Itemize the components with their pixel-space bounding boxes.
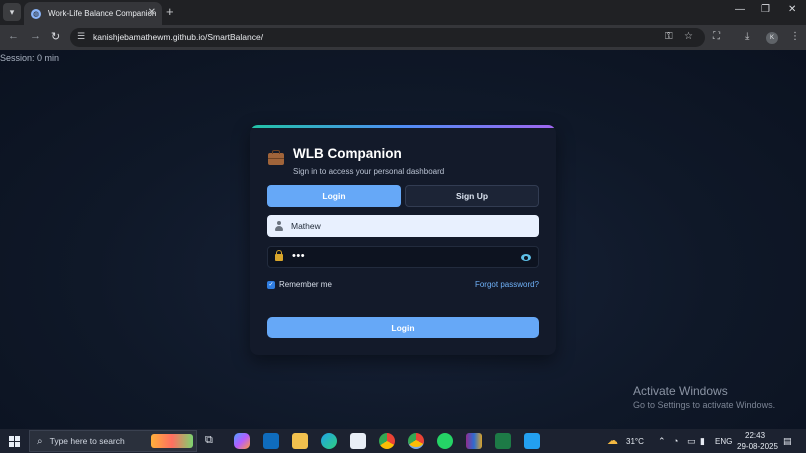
taskbar-search[interactable]: ⌕ Type here to search [29, 430, 197, 452]
star-icon[interactable]: ☆ [684, 31, 693, 42]
username-field[interactable]: Mathew [267, 215, 539, 237]
minimize-icon[interactable]: — [735, 4, 745, 15]
password-value[interactable]: ••• [292, 250, 305, 262]
download-icon[interactable]: ⤓ [745, 31, 749, 42]
tab-signup[interactable]: Sign Up [405, 185, 539, 207]
search-placeholder[interactable]: Type here to search [50, 436, 125, 446]
forward-arrow-icon[interactable]: → [30, 30, 41, 42]
clock-date[interactable]: 29-08-2025 [737, 442, 778, 451]
remember-me[interactable]: ✓ Remember me [267, 280, 332, 289]
weather-icon[interactable]: ☁ [607, 434, 618, 447]
remember-checkbox[interactable]: ✓ [267, 280, 275, 289]
eye-icon[interactable] [521, 254, 531, 261]
username-value[interactable]: Mathew [291, 221, 321, 231]
plus-icon[interactable]: + [166, 4, 174, 19]
windows-start-icon[interactable] [9, 436, 20, 447]
network-icon[interactable]: ◔ [673, 436, 678, 446]
language-indicator[interactable]: ENG [715, 437, 732, 446]
address-bar[interactable]: ☰ kanishjebamathewm.github.io/SmartBalan… [70, 28, 705, 47]
weather-temp[interactable]: 31°C [626, 437, 644, 446]
password-field[interactable]: ••• [267, 246, 539, 268]
profile-avatar[interactable]: K [766, 32, 778, 44]
url-text[interactable]: kanishjebamathewm.github.io/SmartBalance… [93, 32, 263, 42]
restore-icon[interactable]: ❐ [761, 4, 770, 15]
tab-title: Work-Life Balance Companion [48, 9, 157, 18]
close-icon[interactable]: ✕ [148, 7, 156, 18]
edge-icon[interactable] [321, 433, 337, 449]
browser-tab-strip: ▾ ◍ Work-Life Balance Companion ✕ + — ❐ … [0, 0, 806, 25]
winrar-icon[interactable] [466, 433, 482, 449]
translate-icon[interactable]: ⛶ [713, 31, 720, 42]
activate-title: Activate Windows [633, 384, 728, 398]
battery-icon[interactable]: ▮ [700, 436, 705, 447]
windows-taskbar: ⌕ Type here to search ⧉ ☁ 31°C ⌃ ◔ ▭ ▮ E… [0, 429, 806, 453]
login-card: WLB Companion Sign in to access your per… [250, 125, 556, 355]
outlook-icon[interactable] [263, 433, 279, 449]
card-accent-bar [250, 125, 556, 128]
card-title: WLB Companion [293, 146, 402, 161]
vscode-icon[interactable] [524, 433, 540, 449]
whatsapp-icon[interactable] [437, 433, 453, 449]
page-background: Session: 0 min WLB Companion Sign in to … [0, 50, 806, 429]
browser-toolbar: ← → ↻ ☰ kanishjebamathewm.github.io/Smar… [0, 25, 806, 50]
back-arrow-icon[interactable]: ← [8, 30, 19, 42]
remember-label[interactable]: Remember me [279, 280, 332, 289]
notifications-icon[interactable]: ▤ [783, 436, 792, 447]
display-icon[interactable]: ▭ [687, 436, 696, 447]
chevron-up-icon[interactable]: ⌃ [658, 436, 666, 447]
chevron-down-icon[interactable]: ▾ [3, 3, 21, 21]
search-highlight-image [151, 434, 193, 448]
store-icon[interactable] [350, 433, 366, 449]
card-subtitle: Sign in to access your personal dashboar… [293, 167, 445, 176]
activate-subtitle: Go to Settings to activate Windows. [633, 400, 776, 410]
globe-icon: ◍ [31, 8, 41, 19]
excel-icon[interactable] [495, 433, 511, 449]
lock-icon [275, 250, 283, 261]
tab-login[interactable]: Login [267, 185, 401, 207]
reload-icon[interactable]: ↻ [51, 30, 60, 43]
key-icon[interactable]: ⚿ [665, 31, 673, 42]
task-view-icon[interactable]: ⧉ [205, 434, 221, 450]
close-window-icon[interactable]: ✕ [788, 4, 796, 15]
search-icon: ⌕ [37, 435, 43, 447]
more-vertical-icon[interactable]: ⋮ [790, 31, 800, 42]
briefcase-icon [268, 150, 284, 165]
session-timer: Session: 0 min [0, 53, 60, 63]
user-icon [274, 221, 284, 231]
activate-windows-watermark: Activate Windows Go to Settings to activ… [633, 384, 775, 410]
copilot-icon[interactable] [234, 433, 250, 449]
chrome-active-icon[interactable] [408, 433, 424, 449]
chrome-icon[interactable] [379, 433, 395, 449]
clock-time[interactable]: 22:43 [745, 431, 765, 440]
forgot-password-link[interactable]: Forgot password? [475, 280, 539, 289]
file-explorer-icon[interactable] [292, 433, 308, 449]
tune-icon[interactable]: ☰ [77, 31, 85, 42]
tab-wlb-companion[interactable]: ◍ Work-Life Balance Companion ✕ [24, 2, 162, 25]
login-button[interactable]: Login [267, 317, 539, 338]
